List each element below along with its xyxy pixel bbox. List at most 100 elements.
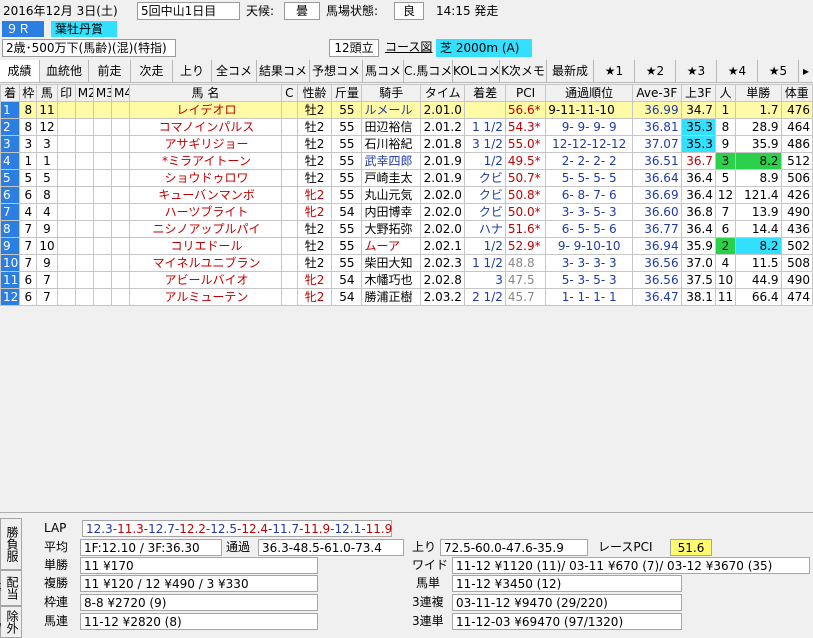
cell-m2 — [74, 118, 94, 136]
field-size: 12頭立 — [329, 39, 379, 57]
cell-last-3f: 35.3 — [680, 135, 716, 153]
avg-label: 平均 — [44, 540, 69, 554]
cell-m3 — [92, 186, 113, 204]
cell-number: 10 — [36, 237, 58, 255]
table-row[interactable]: 2 8 12 コマノインパルス 牡2 55 田辺裕信 2.01.2 1 1/2 54.3* 9- 9… — [0, 118, 813, 136]
table-row[interactable]: 8 7 9 ニシノアップルパイ 牡2 55 大野拓弥 2.02.0 ハナ 51.6* 6- 5- 5… — [0, 220, 813, 238]
cell-last-3f: 36.4 — [680, 186, 716, 204]
track-field: 良 — [394, 2, 424, 20]
col-jockey[interactable]: 騎手 — [361, 84, 422, 102]
cell-time: 2.03.2 — [420, 288, 466, 306]
col-pci[interactable]: PCI — [504, 84, 547, 102]
tab-star-3[interactable]: ★3 — [676, 60, 717, 82]
col-win-odds[interactable]: 単勝 — [735, 84, 782, 102]
cell-margin: 3 1/2 — [464, 135, 506, 153]
col-body-weight[interactable]: 体重 — [780, 84, 813, 102]
weather-label: 天候: — [246, 4, 275, 18]
col-passing-order[interactable]: 通過順位 — [545, 84, 634, 102]
cell-c — [280, 288, 298, 306]
col-ave-3f[interactable]: Ave-3F — [632, 84, 682, 102]
table-row[interactable]: 7 4 4 ハーツブライト 牝2 54 内田博幸 2.02.0 クビ 50.0* 3- 3- 5- … — [0, 203, 813, 221]
tab-result-comments[interactable]: 結果コメ — [257, 60, 310, 82]
table-row[interactable]: 5 5 5 ショウドゥロワ 牡2 55 戸崎圭太 2.01.9 クビ 50.7* 5- 5- 5- … — [0, 169, 813, 187]
cell-c — [280, 101, 298, 119]
cell-m2 — [74, 135, 94, 153]
cell-popularity: 2 — [714, 237, 737, 255]
table-row[interactable]: 3 3 3 アサギリジョー 牡2 55 石川裕紀 2.01.8 3 1/2 55.0* 12-12-… — [0, 135, 813, 153]
cell-waku: 6 — [19, 186, 38, 204]
side-tab-payouts[interactable]: 配当等 — [0, 570, 22, 606]
cell-m2 — [74, 288, 94, 306]
tab-results[interactable]: 成績 — [0, 60, 40, 82]
cell-waku: 6 — [19, 288, 38, 306]
col-mark[interactable]: 印 — [56, 84, 76, 102]
table-row[interactable]: 6 6 8 キューバンマンボ 牝2 55 丸山元気 2.02.0 クビ 50.8* 6- 8- 7-… — [0, 186, 813, 204]
table-row[interactable]: 11 6 7 アビールバイオ 牝2 54 木幡巧也 2.02.8 3 47.5 5- 3- 5- 3… — [0, 271, 813, 289]
cell-win-odds: 13.9 — [735, 203, 782, 221]
col-time[interactable]: タイム — [420, 84, 466, 102]
cell-m2 — [74, 186, 94, 204]
col-popularity[interactable]: 人 — [714, 84, 737, 102]
col-number[interactable]: 馬 — [36, 84, 58, 102]
cell-pci: 54.3* — [504, 118, 547, 136]
col-last-3f[interactable]: 上3F — [680, 84, 716, 102]
side-tab-scratched[interactable]: 除外馬 — [0, 606, 22, 638]
cell-body-weight: 486 — [780, 135, 813, 153]
col-waku[interactable]: 枠 — [19, 84, 38, 102]
tab-latest[interactable]: 最新成 — [547, 60, 594, 82]
cell-m2 — [74, 237, 94, 255]
tab-pedigree[interactable]: 血統他 — [40, 60, 89, 82]
cell-passing-order: 9- 9- 9- 9 — [545, 118, 634, 136]
cell-time: 2.02.0 — [420, 186, 466, 204]
tab-agari[interactable]: 上り — [173, 60, 212, 82]
cell-jockey: 田辺裕信 — [361, 118, 422, 136]
col-horse-name[interactable]: 馬 名 — [129, 84, 282, 102]
tab-star-1[interactable]: ★1 — [594, 60, 635, 82]
cell-sex-age: 牡2 — [296, 254, 333, 272]
table-row[interactable]: 9 7 10 コリエドール 牡2 55 ムーア 2.02.1 1/2 52.9* 9- 9-10-1… — [0, 237, 813, 255]
sanrentan-label: 3連単 — [412, 614, 444, 628]
cell-horse-name: マイネルユニブラン — [129, 254, 282, 272]
col-m4[interactable]: M4 — [111, 84, 131, 102]
col-m3[interactable]: M3 — [92, 84, 113, 102]
table-row[interactable]: 10 7 9 マイネルユニブラン 牡2 55 柴田大知 2.02.3 1 1/2 48.8 3- 3… — [0, 254, 813, 272]
tab-prediction-comments[interactable]: 予想コメ — [310, 60, 363, 82]
tab-star-5[interactable]: ★5 — [758, 60, 799, 82]
cell-passing-order: 5- 5- 5- 5 — [545, 169, 634, 187]
tab-previous-run[interactable]: 前走 — [89, 60, 131, 82]
tab-k-next-memo[interactable]: K次メモ — [500, 60, 547, 82]
col-c[interactable]: C — [280, 84, 298, 102]
cell-last-3f: 37.0 — [680, 254, 716, 272]
tab-scroll-arrow[interactable]: ▸ — [799, 60, 813, 82]
agari-label: 上り — [412, 540, 437, 554]
col-m2[interactable]: M2 — [74, 84, 94, 102]
tab-all-comments[interactable]: 全コメ — [212, 60, 257, 82]
tab-star-2[interactable]: ★2 — [635, 60, 676, 82]
cell-pci: 50.8* — [504, 186, 547, 204]
table-row[interactable]: 1 8 11 レイデオロ 牡2 55 ルメール 2.01.0 56.6* 9-11-11-10 36… — [0, 101, 813, 119]
agari-field: 72.5-60.0-47.6-35.9 — [440, 539, 588, 556]
cell-pci: 49.5* — [504, 152, 547, 170]
cell-weight-carried: 55 — [331, 169, 363, 187]
cell-passing-order: 3- 3- 5- 3 — [545, 203, 634, 221]
table-row[interactable]: 4 1 1 *ミラアイトーン 牡2 55 武幸四郎 2.01.9 1/2 49.5* 2- 2- 2… — [0, 152, 813, 170]
tab-star-4[interactable]: ★4 — [717, 60, 758, 82]
col-weight-carried[interactable]: 斤量 — [331, 84, 363, 102]
col-rank[interactable]: 着 — [0, 84, 21, 102]
cell-number: 1 — [36, 152, 58, 170]
lap-split: 12.4 — [241, 522, 269, 536]
cell-body-weight: 508 — [780, 254, 813, 272]
cell-m4 — [111, 169, 131, 187]
lap-label: LAP — [44, 521, 67, 535]
table-row[interactable]: 12 6 7 アルミューテン 牝2 54 勝浦正樹 2.03.2 2 1/2 45.7 1- 1- … — [0, 288, 813, 306]
side-tab-silks[interactable]: 勝負服 — [0, 518, 22, 570]
cell-m2 — [74, 220, 94, 238]
col-sex-age[interactable]: 性齢 — [296, 84, 333, 102]
tab-horse-comments[interactable]: 馬コメ — [363, 60, 404, 82]
tab-next-run[interactable]: 次走 — [131, 60, 173, 82]
tab-kol-comments[interactable]: KOLコメ — [453, 60, 500, 82]
course-map-link[interactable]: コース図 — [385, 39, 432, 57]
cell-ave-3f: 37.07 — [632, 135, 682, 153]
col-margin[interactable]: 着差 — [464, 84, 506, 102]
tab-c-horse-comments[interactable]: C.馬コメ — [404, 60, 453, 82]
